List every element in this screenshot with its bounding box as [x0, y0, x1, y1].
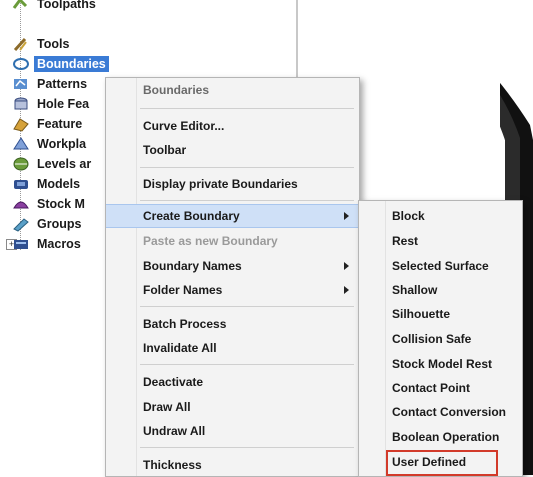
menu-item-batch-process[interactable]: Batch Process [106, 312, 359, 336]
submenu-item-label: Block [392, 209, 425, 223]
levels-icon [12, 156, 30, 172]
submenu-item-stock-model-rest[interactable]: Stock Model Rest [359, 352, 522, 376]
menu-separator [140, 447, 354, 448]
tree-item-patterns[interactable]: Patterns [12, 74, 90, 94]
tree-item-groups[interactable]: Groups [12, 214, 84, 234]
submenu-arrow-icon [344, 286, 349, 294]
submenu-item-selected-surface[interactable]: Selected Surface [359, 254, 522, 278]
submenu-arrow-icon [344, 212, 349, 220]
tree-item-label: Stock M [37, 197, 85, 211]
tree-item-label: Patterns [37, 77, 88, 91]
menu-item-display-private-boundaries[interactable]: Display private Boundaries [106, 172, 359, 196]
menu-item-thickness[interactable]: Thickness [106, 453, 359, 477]
tree-item-stock-models[interactable]: Stock M [12, 194, 88, 214]
menu-item-curve-editor[interactable]: Curve Editor... [106, 114, 359, 138]
submenu-item-rest[interactable]: Rest [359, 229, 522, 253]
menu-item-draw-all[interactable]: Draw All [106, 395, 359, 419]
tree-item-tools[interactable]: Tools [12, 34, 72, 54]
tree-item-label: Hole Fea [37, 97, 90, 111]
menu-separator [140, 200, 354, 201]
menu-header: Boundaries [106, 78, 359, 102]
menu-item-label: Boundary Names [143, 259, 242, 273]
tree-item-label: Groups [37, 217, 82, 231]
tree-item-toolpaths[interactable]: Toolpaths [12, 0, 99, 14]
submenu-item-silhouette[interactable]: Silhouette [359, 302, 522, 326]
menu-item-label: Undraw All [143, 424, 206, 438]
boundaries-icon [12, 56, 30, 72]
toolpaths-icon [12, 0, 30, 12]
submenu-item-contact-conversion[interactable]: Contact Conversion [359, 400, 522, 424]
menu-item-label: Display private Boundaries [143, 177, 298, 191]
menu-item-undraw-all[interactable]: Undraw All [106, 419, 359, 443]
tree-item-label: Models [37, 177, 81, 191]
tree-item-label: Feature [37, 117, 83, 131]
menu-separator [140, 306, 354, 307]
tree-item-label: Macros [37, 237, 81, 251]
menu-item-create-boundary[interactable]: Create Boundary [106, 204, 359, 228]
menu-header-label: Boundaries [143, 83, 210, 97]
tree-item-macros[interactable]: Macros [12, 234, 84, 254]
tree-item-hole-features[interactable]: Hole Fea [12, 94, 92, 114]
menu-item-label: Batch Process [143, 317, 227, 331]
submenu-item-label: Boolean Operation [392, 430, 500, 444]
submenu-arrow-icon [344, 262, 349, 270]
menu-separator [140, 108, 354, 109]
stock-models-icon [12, 196, 30, 212]
submenu-item-shallow[interactable]: Shallow [359, 278, 522, 302]
submenu-item-label: Silhouette [392, 307, 451, 321]
submenu-item-label: Contact Point [392, 381, 470, 395]
menu-item-invalidate-all[interactable]: Invalidate All [106, 336, 359, 360]
workplanes-icon [12, 136, 30, 152]
feature-icon [12, 116, 30, 132]
submenu-item-block[interactable]: Block [359, 204, 522, 228]
menu-item-label: Paste as new Boundary [143, 234, 278, 248]
menu-item-label: Curve Editor... [143, 119, 225, 133]
patterns-icon [12, 76, 30, 92]
tree-item-label: Tools [37, 37, 70, 51]
submenu-item-label: Stock Model Rest [392, 357, 493, 371]
tree-item-label: Levels ar [37, 157, 92, 171]
menu-separator [140, 167, 354, 168]
submenu-item-label: Contact Conversion [392, 405, 507, 419]
menu-item-label: Thickness [143, 458, 202, 472]
submenu-item-label: Selected Surface [392, 259, 489, 273]
tree-item-levels[interactable]: Levels ar [12, 154, 94, 174]
tree-item-workplanes[interactable]: Workpla [12, 134, 89, 154]
submenu-item-label: User Defined [392, 455, 467, 469]
submenu-item-label: Rest [392, 234, 419, 248]
tree-item-label: Toolpaths [37, 0, 96, 11]
tree-item-models[interactable]: Models [12, 174, 83, 194]
submenu-item-user-defined[interactable]: User Defined [359, 450, 522, 476]
tree-item-label: Workpla [37, 137, 87, 151]
boundaries-context-menu: Boundaries Curve Editor... Toolbar Displ… [105, 77, 360, 477]
menu-item-label: Folder Names [143, 283, 223, 297]
tools-icon [12, 36, 30, 52]
menu-item-label: Deactivate [143, 375, 204, 389]
submenu-item-collision-safe[interactable]: Collision Safe [359, 327, 522, 351]
menu-item-toolbar[interactable]: Toolbar [106, 138, 359, 162]
hole-features-icon [12, 96, 30, 112]
menu-item-paste-as-new-boundary[interactable]: Paste as new Boundary [106, 229, 359, 253]
create-boundary-submenu: Block Rest Selected Surface Shallow Silh… [358, 200, 523, 477]
tree-item-label: Boundaries [34, 56, 109, 72]
submenu-item-boolean-operation[interactable]: Boolean Operation [359, 425, 522, 449]
tree-item-boundaries[interactable]: Boundaries [12, 54, 109, 74]
menu-item-deactivate[interactable]: Deactivate [106, 370, 359, 394]
menu-item-label: Toolbar [143, 143, 187, 157]
menu-separator [140, 364, 354, 365]
menu-item-boundary-names[interactable]: Boundary Names [106, 254, 359, 278]
groups-icon [12, 216, 30, 232]
models-icon [12, 176, 30, 192]
menu-item-folder-names[interactable]: Folder Names [106, 278, 359, 302]
macros-icon [12, 236, 30, 252]
submenu-item-label: Shallow [392, 283, 438, 297]
submenu-item-contact-point[interactable]: Contact Point [359, 376, 522, 400]
submenu-item-label: Collision Safe [392, 332, 472, 346]
tree-item-feature[interactable]: Feature [12, 114, 85, 134]
menu-item-label: Draw All [143, 400, 191, 414]
menu-item-label: Create Boundary [143, 209, 240, 223]
menu-item-label: Invalidate All [143, 341, 217, 355]
